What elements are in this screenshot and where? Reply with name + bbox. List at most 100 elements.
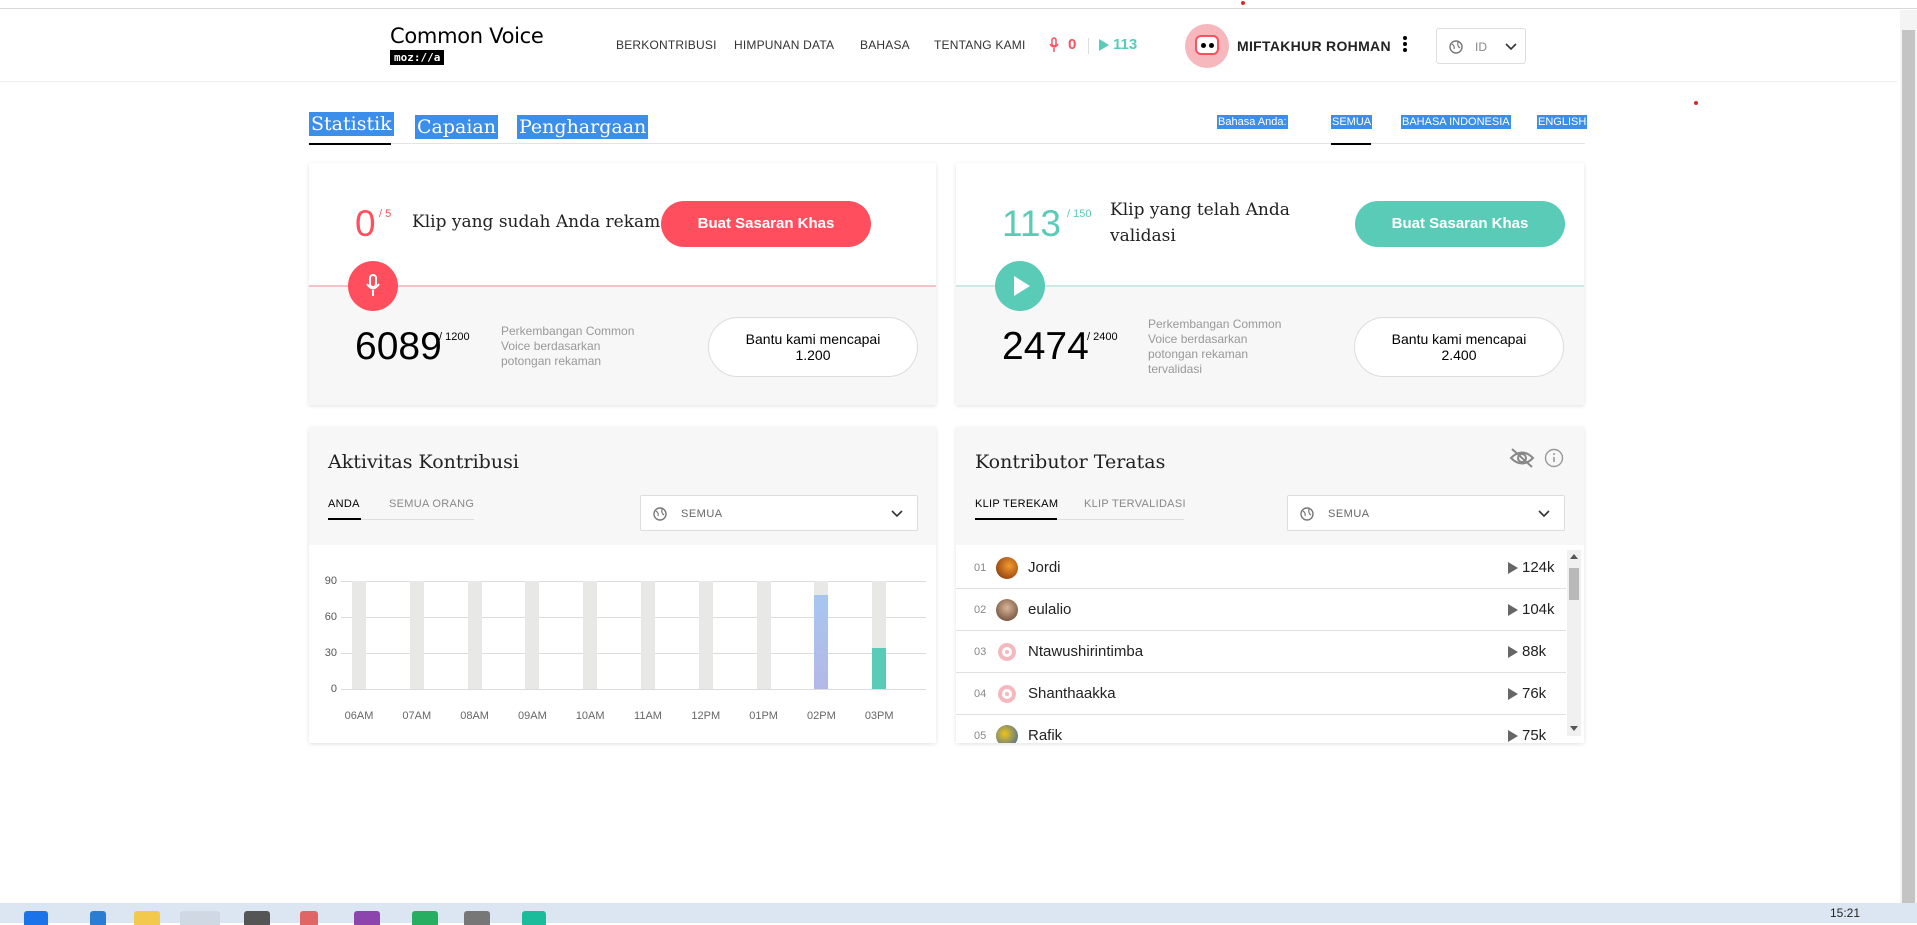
leaderboard-filter-value: SEMUA <box>1328 508 1370 520</box>
leaderboard-row: 05 Rafik 75k <box>956 715 1566 743</box>
chart-bar-track <box>698 581 713 689</box>
record-progress-count: 0 <box>355 203 376 244</box>
set-record-goal-button[interactable]: Buat Sasaran Khas <box>661 201 871 247</box>
logo-title: Common Voice <box>390 24 544 48</box>
activity-card: Aktivitas Kontribusi ANDA SEMUA ORANG SE… <box>309 427 936 743</box>
mozilla-logo: moz://a <box>390 50 445 65</box>
nav-about[interactable]: TENTANG KAMI <box>934 38 1026 52</box>
activity-tab-everyone[interactable]: SEMUA ORANG <box>389 498 474 510</box>
chevron-down-icon <box>891 510 903 518</box>
tab-active-indicator <box>309 143 391 145</box>
leaderboard-scrollbar[interactable] <box>1567 550 1581 736</box>
validate-progress-label: Klip yang telah Anda validasi <box>1110 200 1290 246</box>
chart-bar-track <box>756 581 771 689</box>
help-reach-2400-button[interactable]: Bantu kami mencapai 2.400 <box>1354 317 1564 377</box>
globe-icon <box>1300 507 1314 521</box>
record-total: 6089 <box>355 325 442 368</box>
set-validate-goal-button[interactable]: Buat Sasaran Khas <box>1355 201 1565 247</box>
chevron-down-icon <box>1538 510 1550 518</box>
play-icon[interactable] <box>1508 604 1518 616</box>
activity-tab-you[interactable]: ANDA <box>328 498 360 510</box>
mic-icon <box>366 274 380 296</box>
chart-bar <box>872 648 887 689</box>
taskbar: 15:21 <box>0 903 1917 925</box>
lang-filter-english[interactable]: ENGLISH <box>1537 115 1588 129</box>
validate-play-button[interactable] <box>995 261 1045 311</box>
browser-top-edge <box>0 0 1917 9</box>
record-mic-button[interactable] <box>348 261 398 311</box>
lang-filter-indonesian[interactable]: BAHASA INDONESIA <box>1401 115 1511 129</box>
eye-off-icon[interactable] <box>1509 447 1535 469</box>
chart-gridline <box>341 581 926 582</box>
chart-x-tick-label: 06AM <box>344 710 374 722</box>
avatar <box>996 725 1018 743</box>
record-total-goal: / 1200 <box>439 331 470 343</box>
play-icon[interactable] <box>1508 688 1518 700</box>
leaderboard-tab-validated[interactable]: KLIP TERVALIDASI <box>1084 498 1186 510</box>
tab-capaian[interactable]: Capaian <box>415 115 498 139</box>
validate-total-goal: / 2400 <box>1087 331 1118 343</box>
activity-language-filter[interactable]: SEMUA <box>640 495 918 531</box>
chart-x-tick-label: 12PM <box>691 710 721 722</box>
record-progress-goal: / 5 <box>379 208 392 220</box>
chart-bar-track <box>352 581 366 689</box>
scroll-up-icon[interactable] <box>1570 554 1578 559</box>
chart-y-tick-label: 0 <box>330 683 337 695</box>
tabs-divider <box>309 143 1585 144</box>
tab-statistik[interactable]: Statistik <box>309 112 394 136</box>
scrollbar-thumb[interactable] <box>1569 568 1579 600</box>
language-select-value: ID <box>1475 40 1487 54</box>
site-header: Common Voice moz://a BERKONTRIBUSI HIMPU… <box>0 10 1897 82</box>
your-language-label: Bahasa Anda: <box>1217 115 1288 129</box>
tab-penghargaan[interactable]: Penghargaan <box>517 115 649 139</box>
activity-tab-indicator <box>328 518 361 520</box>
cursor-dot <box>1694 101 1698 105</box>
common-voice-logo[interactable]: Common Voice moz://a <box>390 24 544 66</box>
nav-datasets[interactable]: HIMPUNAN DATA <box>734 38 834 52</box>
mic-icon <box>1049 37 1059 52</box>
leaderboard-row: 01 Jordi 124k <box>956 547 1566 589</box>
validate-progress-goal: / 150 <box>1067 208 1092 220</box>
chart-x-tick-label: 08AM <box>460 710 489 722</box>
validate-stats-card: 113 / 150 Klip yang telah Anda validasi … <box>956 163 1584 405</box>
leaderboard-row: 04 Shanthaakka 76k <box>956 673 1566 715</box>
avatar <box>996 599 1018 621</box>
scroll-down-icon[interactable] <box>1570 726 1578 731</box>
language-select[interactable]: ID <box>1436 28 1526 64</box>
page-scrollbar-thumb[interactable] <box>1902 30 1915 905</box>
chart-x-tick-label: 03PM <box>864 710 894 722</box>
leaderboard-tab-indicator <box>975 518 1057 520</box>
chart-x-tick-label: 09AM <box>518 710 547 722</box>
leaderboard-row: 03 Ntawushirintimba 88k <box>956 631 1566 673</box>
lang-filter-all[interactable]: SEMUA <box>1331 115 1373 129</box>
chart-x-tick-label: 11AM <box>634 710 662 722</box>
cursor-dot <box>1241 1 1245 5</box>
chart-gridline <box>341 653 926 654</box>
nav-languages[interactable]: BAHASA <box>860 38 910 52</box>
more-menu-icon[interactable] <box>1402 34 1408 56</box>
chart-gridline <box>341 617 926 618</box>
chart-bar-track <box>467 581 482 689</box>
help-reach-1200-button[interactable]: Bantu kami mencapai 1.200 <box>708 317 918 377</box>
globe-icon <box>1449 40 1463 54</box>
chart-bar-track <box>583 581 598 689</box>
leaderboard-card: Kontributor Teratas KLIP TEREKAM KLIP TE… <box>956 427 1584 743</box>
chart-bar-track <box>409 581 424 689</box>
chart-bar <box>814 595 829 689</box>
leaderboard-language-filter[interactable]: SEMUA <box>1287 495 1565 531</box>
play-icon <box>1099 39 1109 51</box>
chart-x-tick-label: 10AM <box>575 710 605 722</box>
avatar <box>996 557 1018 579</box>
play-icon[interactable] <box>1508 646 1518 658</box>
validate-count: 113 <box>1113 36 1138 53</box>
play-icon[interactable] <box>1508 562 1518 574</box>
play-icon[interactable] <box>1508 730 1518 742</box>
avatar[interactable] <box>1185 24 1229 68</box>
clock: 15:21 <box>1830 906 1861 920</box>
chart-x-tick-label: 07AM <box>402 710 432 722</box>
username[interactable]: MIFTAKHUR ROHMAN <box>1237 38 1391 54</box>
info-icon[interactable] <box>1544 448 1564 468</box>
leaderboard-title: Kontributor Teratas <box>975 451 1166 473</box>
nav-contribute[interactable]: BERKONTRIBUSI <box>616 38 717 52</box>
leaderboard-tab-recorded[interactable]: KLIP TEREKAM <box>975 498 1058 510</box>
